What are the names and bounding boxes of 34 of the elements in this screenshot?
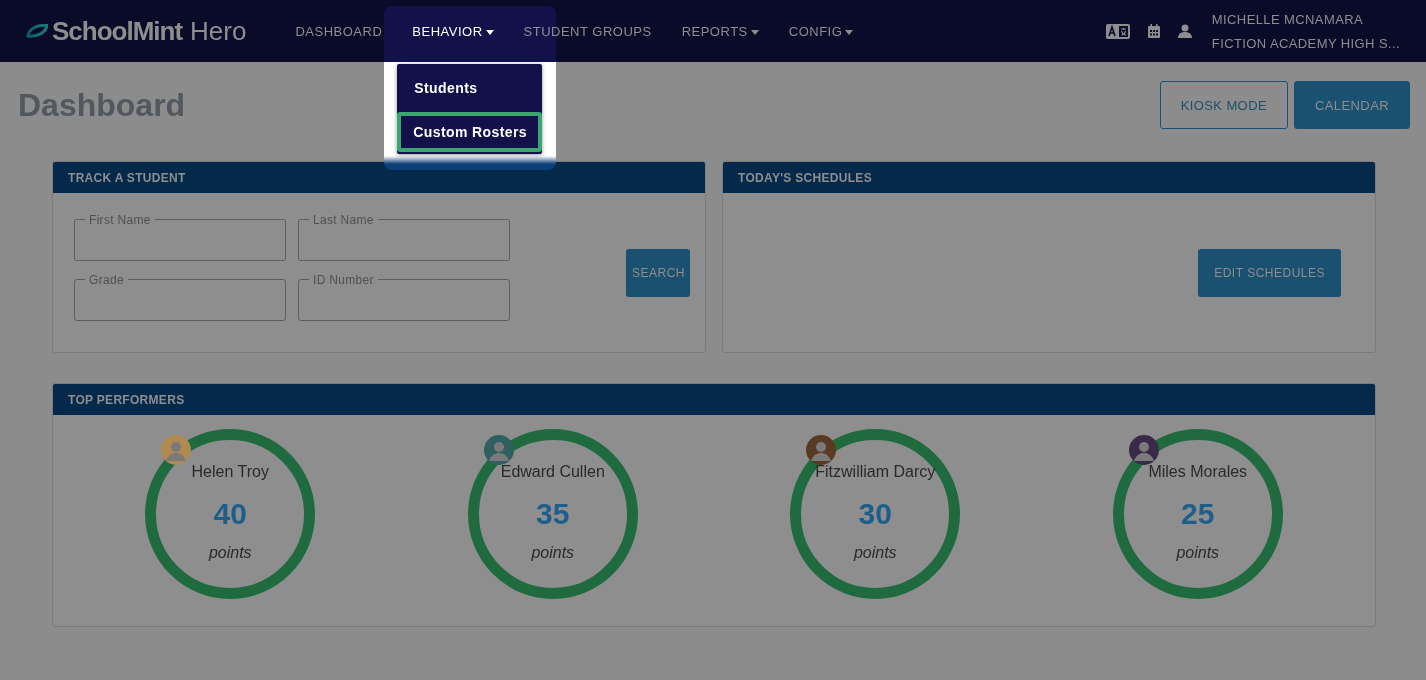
performer-name: Miles Morales	[1148, 463, 1248, 481]
points-label: points	[531, 544, 575, 562]
nav-item[interactable]: CONFIG	[788, 23, 854, 39]
menu-item[interactable]: Students	[398, 64, 542, 112]
nav-item[interactable]: BEHAVIOR	[412, 23, 494, 39]
caret-icon	[750, 29, 759, 35]
user-icon[interactable]	[1177, 24, 1192, 38]
panel-header: TODAY'S SCHEDULES	[723, 162, 1375, 193]
brand-name: SchoolMint	[52, 15, 183, 47]
brand-name-suffix: Hero	[190, 15, 247, 47]
points-value: 25	[1181, 497, 1215, 531]
panel-header: TOP PERFORMERS	[53, 384, 1375, 415]
menu-item[interactable]: Custom Rosters	[397, 112, 543, 152]
user-name[interactable]: MICHELLE MCNAMARA	[1211, 11, 1400, 27]
calendar-icon[interactable]	[1147, 24, 1160, 38]
nav-item[interactable]: DASHBOARD	[295, 23, 383, 39]
points-label: points	[208, 544, 252, 562]
leaf-logo-icon	[26, 24, 48, 38]
nav-item[interactable]: STUDENT GROUPS	[523, 23, 652, 39]
points-label: points	[1176, 544, 1220, 562]
panel-header: TRACK A STUDENT	[53, 162, 705, 193]
points-value: 35	[536, 497, 570, 531]
performer-name: Edward Cullen	[500, 463, 605, 481]
translate-icon[interactable]	[1105, 23, 1130, 39]
page-title: Dashboard	[18, 86, 186, 124]
points-label: points	[853, 544, 897, 562]
school-name[interactable]: FICTION ACADEMY HIGH S...	[1211, 35, 1400, 51]
caret-icon	[845, 29, 854, 35]
points-value: 40	[213, 497, 247, 531]
performer-name: Helen Troy	[191, 463, 269, 481]
performer-name: Fitzwilliam Darcy	[815, 463, 936, 481]
nav-item[interactable]: REPORTS	[681, 23, 759, 39]
caret-icon	[485, 29, 494, 35]
points-value: 30	[858, 497, 892, 531]
